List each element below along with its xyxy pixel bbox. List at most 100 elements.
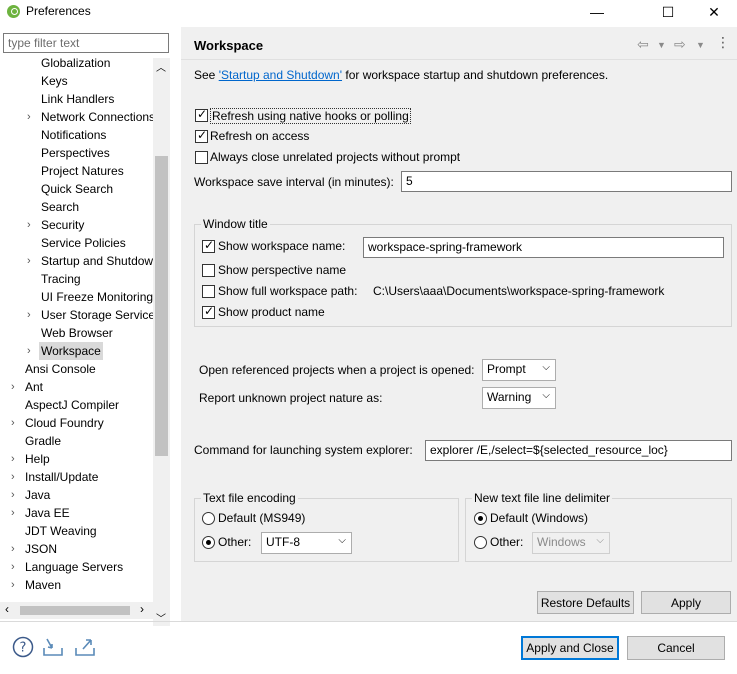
tree-item-network-connections[interactable]: Network Connections <box>41 108 153 126</box>
tree-item-keys[interactable]: Keys <box>41 72 68 90</box>
forward-dropdown-icon[interactable]: ▼ <box>696 40 705 50</box>
expand-arrow-icon[interactable]: › <box>11 540 21 558</box>
expand-arrow-icon[interactable]: › <box>27 216 37 234</box>
tree-item-user-storage-service[interactable]: User Storage Service <box>41 306 153 324</box>
refresh-access-checkbox[interactable] <box>195 128 208 143</box>
always-close-label[interactable]: Always close unrelated projects without … <box>210 150 460 164</box>
apply-and-close-button[interactable]: Apply and Close <box>521 636 619 660</box>
refresh-native-checkbox[interactable] <box>195 107 208 122</box>
encoding-other-label[interactable]: Other: <box>218 535 251 549</box>
tree-item-workspace[interactable]: Workspace <box>39 342 103 360</box>
tree-vertical-scrollbar[interactable]: ︿ ﹀ <box>153 58 170 626</box>
filter-input[interactable] <box>3 33 169 53</box>
refresh-native-label[interactable]: Refresh using native hooks or polling <box>210 108 411 124</box>
back-dropdown-icon[interactable]: ▼ <box>657 40 666 50</box>
expand-arrow-icon[interactable]: › <box>11 468 21 486</box>
tree-item-gradle[interactable]: Gradle <box>25 432 61 450</box>
tree-item-ant[interactable]: Ant <box>25 378 43 396</box>
tree-item-ansi-console[interactable]: Ansi Console <box>25 360 96 378</box>
tree-item-globalization[interactable]: Globalization <box>41 58 110 72</box>
expand-arrow-icon[interactable]: › <box>11 450 21 468</box>
tree-item-notifications[interactable]: Notifications <box>41 126 106 144</box>
close-button[interactable]: ✕ <box>691 0 737 24</box>
forward-arrow-icon[interactable]: ⇨ <box>674 36 686 53</box>
launch-explorer-input[interactable]: explorer /E,/select=${selected_resource_… <box>425 440 732 461</box>
preferences-tree: Globalization Keys Link Handlers › Network C… <box>0 58 153 628</box>
show-product-name-label[interactable]: Show product name <box>218 305 325 319</box>
expand-arrow-icon[interactable]: › <box>27 108 37 126</box>
report-unknown-select[interactable]: Warning ⌵ <box>482 387 556 409</box>
tree-item-java-ee[interactable]: Java EE <box>25 504 70 522</box>
encoding-default-label[interactable]: Default (MS949) <box>218 511 305 525</box>
more-options-icon[interactable]: ⋮ <box>716 34 730 51</box>
always-close-checkbox[interactable] <box>195 151 208 164</box>
tree-item-perspectives[interactable]: Perspectives <box>41 144 110 162</box>
apply-button[interactable]: Apply <box>641 591 731 614</box>
tree-item-language-servers[interactable]: Language Servers <box>25 558 123 576</box>
show-workspace-name-label[interactable]: Show workspace name: <box>218 239 345 253</box>
tree-item-help[interactable]: Help <box>25 450 50 468</box>
expand-arrow-icon[interactable]: › <box>27 252 37 270</box>
encoding-select[interactable]: UTF-8 ⌵ <box>261 532 352 554</box>
workspace-name-input[interactable]: workspace-spring-framework <box>363 237 724 258</box>
tree-item-install-update[interactable]: Install/Update <box>25 468 98 486</box>
refresh-access-label[interactable]: Refresh on access <box>210 129 309 143</box>
import-icon[interactable] <box>42 636 64 658</box>
tree-item-ui-freeze-monitoring[interactable]: UI Freeze Monitoring <box>41 288 153 306</box>
cancel-button[interactable]: Cancel <box>627 636 725 660</box>
delimiter-default-label[interactable]: Default (Windows) <box>490 511 588 525</box>
maximize-button[interactable]: ☐ <box>645 0 691 24</box>
expand-arrow-icon[interactable]: › <box>11 378 21 396</box>
tree-item-quick-search[interactable]: Quick Search <box>41 180 113 198</box>
restore-defaults-button[interactable]: Restore Defaults <box>537 591 634 614</box>
chevron-down-icon: ⌵ <box>338 535 346 546</box>
delimiter-other-radio[interactable] <box>474 536 487 549</box>
show-perspective-name-checkbox[interactable] <box>202 264 215 277</box>
tree-item-search[interactable]: Search <box>41 198 79 216</box>
tree-item-java[interactable]: Java <box>25 486 50 504</box>
show-perspective-name-label[interactable]: Show perspective name <box>218 263 346 277</box>
tree-item-tracing[interactable]: Tracing <box>41 270 81 288</box>
expand-arrow-icon[interactable]: › <box>27 306 37 324</box>
scroll-down-icon[interactable]: ﹀ <box>156 610 166 625</box>
scrollbar-thumb[interactable] <box>155 156 168 456</box>
save-interval-input[interactable]: 5 <box>401 171 732 192</box>
back-arrow-icon[interactable]: ⇦ <box>637 36 649 53</box>
expand-arrow-icon[interactable]: › <box>11 558 21 576</box>
scrollbar-thumb[interactable] <box>20 606 130 615</box>
tree-item-maven[interactable]: Maven <box>25 576 61 594</box>
open-referenced-select[interactable]: Prompt ⌵ <box>482 359 556 381</box>
expand-arrow-icon[interactable]: › <box>11 414 21 432</box>
delimiter-default-radio[interactable] <box>474 512 487 525</box>
show-workspace-name-checkbox[interactable] <box>202 238 215 253</box>
tree-item-project-natures[interactable]: Project Natures <box>41 162 124 180</box>
show-full-path-label[interactable]: Show full workspace path: <box>218 284 357 298</box>
tree-item-aspectj-compiler[interactable]: AspectJ Compiler <box>25 396 119 414</box>
export-icon[interactable] <box>74 636 96 658</box>
tree-item-cloud-foundry[interactable]: Cloud Foundry <box>25 414 104 432</box>
scroll-up-icon[interactable]: ︿ <box>156 59 166 74</box>
encoding-other-radio[interactable] <box>202 536 215 549</box>
startup-shutdown-link[interactable]: 'Startup and Shutdown' <box>219 68 342 82</box>
delimiter-other-label[interactable]: Other: <box>490 535 523 549</box>
tree-item-link-handlers[interactable]: Link Handlers <box>41 90 114 108</box>
tree-item-service-policies[interactable]: Service Policies <box>41 234 126 252</box>
minimize-button[interactable]: — <box>574 0 620 24</box>
expand-arrow-icon[interactable]: › <box>11 576 21 594</box>
show-full-path-checkbox[interactable] <box>202 285 215 298</box>
tree-item-web-browser[interactable]: Web Browser <box>41 324 113 342</box>
show-product-name-checkbox[interactable] <box>202 304 215 319</box>
tree-item-startup-and-shutdown[interactable]: Startup and Shutdown <box>41 252 153 270</box>
scroll-right-icon[interactable]: › <box>140 602 144 616</box>
scroll-left-icon[interactable]: ‹ <box>5 602 9 616</box>
encoding-default-radio[interactable] <box>202 512 215 525</box>
expand-arrow-icon[interactable]: › <box>11 486 21 504</box>
help-icon[interactable]: ? <box>12 636 34 658</box>
tree-horizontal-scrollbar[interactable]: ‹ › <box>0 602 153 619</box>
delimiter-select[interactable]: Windows ⌵ <box>532 532 610 554</box>
expand-arrow-icon[interactable]: › <box>27 342 37 360</box>
tree-item-json[interactable]: JSON <box>25 540 57 558</box>
tree-item-jdt-weaving[interactable]: JDT Weaving <box>25 522 97 540</box>
expand-arrow-icon[interactable]: › <box>11 504 21 522</box>
tree-item-security[interactable]: Security <box>41 216 84 234</box>
